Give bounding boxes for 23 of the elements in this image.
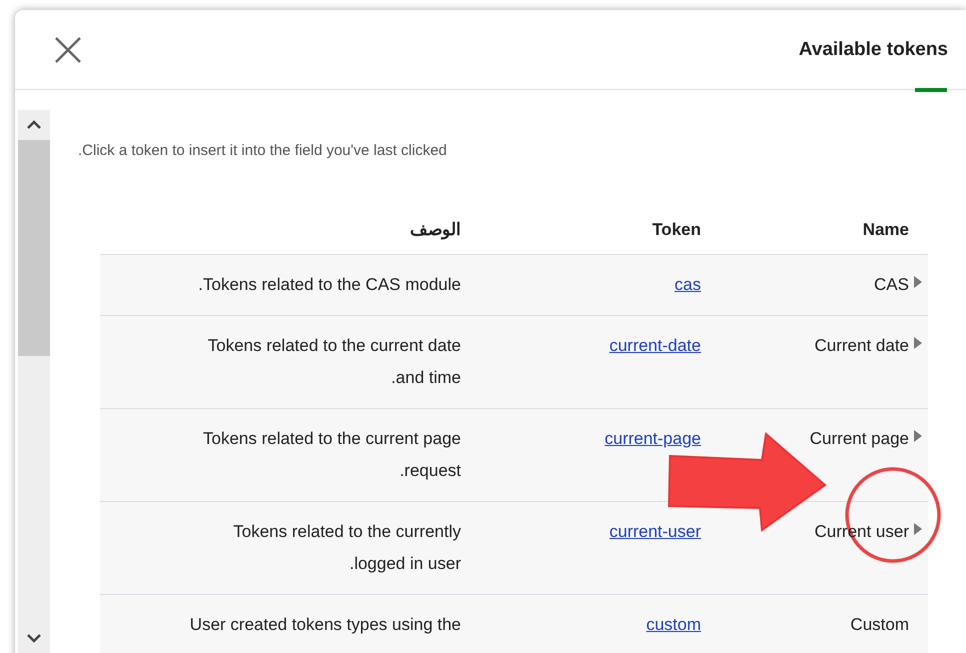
token-link[interactable]: current-user	[609, 522, 701, 541]
token-name: CAS	[874, 275, 909, 294]
token-description: User created tokens types using the	[190, 614, 461, 636]
token-link[interactable]: cas	[674, 275, 701, 294]
token-link[interactable]: current-date	[609, 336, 701, 355]
token-link[interactable]: current-page	[604, 429, 701, 448]
scrollbar-thumb[interactable]	[18, 140, 50, 356]
token-description: Tokens related to the currently logged in user.	[232, 521, 461, 575]
token-description: Tokens related to the current date and time.	[206, 335, 461, 389]
expand-icon[interactable]	[913, 522, 923, 536]
token-description: Tokens related to the current page request.	[202, 428, 461, 482]
expand-icon[interactable]	[913, 336, 923, 350]
close-icon[interactable]	[53, 34, 83, 64]
scrollbar[interactable]	[18, 110, 50, 653]
token-link[interactable]: custom	[646, 615, 701, 634]
token-name: Current page	[810, 429, 909, 448]
token-name: Custom	[850, 615, 909, 634]
token-description: Tokens related to the CAS module.	[198, 274, 461, 296]
instruction-text: Click a token to insert it into the field you've last clicked.	[78, 142, 447, 159]
tab[interactable]: Available tokens	[796, 10, 950, 89]
token-name: Current date	[814, 336, 909, 355]
expand-icon[interactable]	[913, 429, 923, 443]
expand-icon[interactable]	[913, 275, 923, 289]
